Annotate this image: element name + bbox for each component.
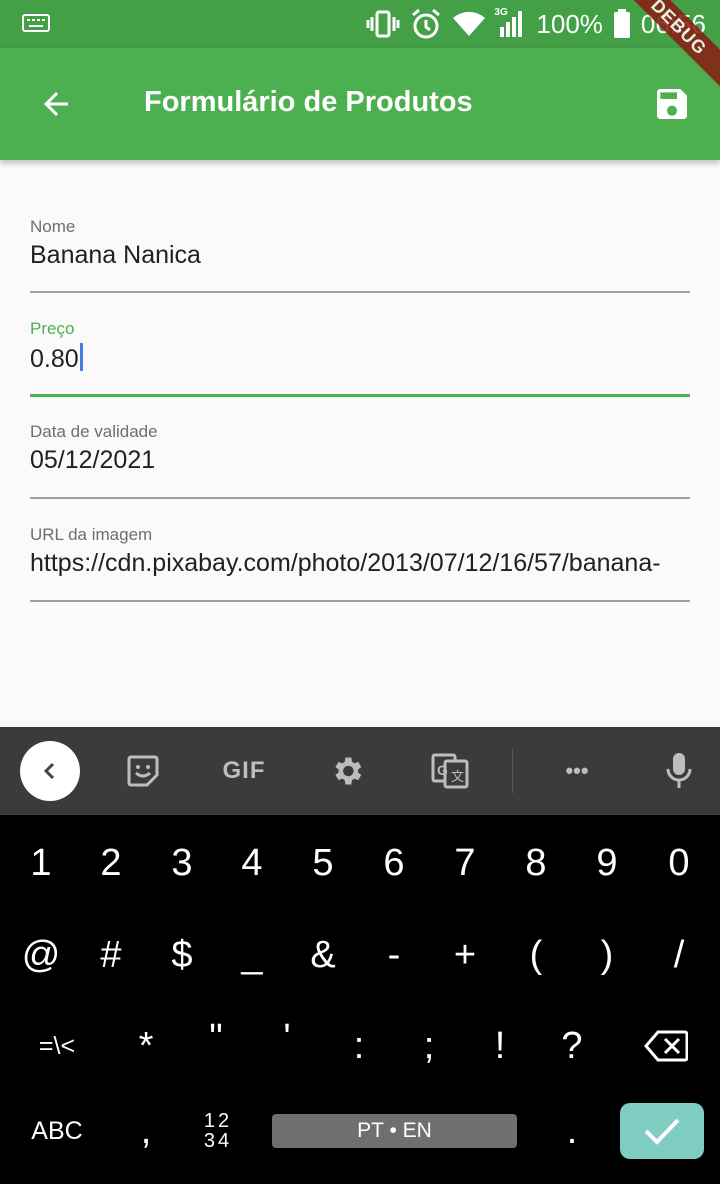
key-6[interactable]: 6 [364, 840, 424, 886]
key-semicolon[interactable]: ; [399, 1023, 459, 1069]
key-minus[interactable]: - [364, 932, 424, 978]
price-underline [30, 394, 690, 397]
key-number-pad[interactable]: 12 34 [196, 1111, 240, 1155]
key-slash[interactable]: / [649, 932, 709, 978]
key-abc[interactable]: ABC [22, 1108, 92, 1154]
translate-button[interactable]: G文 [420, 741, 480, 801]
key-9[interactable]: 9 [577, 840, 637, 886]
name-input[interactable]: Banana Nanica [30, 241, 690, 270]
expiry-date-underline [30, 497, 690, 499]
key-period[interactable]: . [542, 1108, 602, 1154]
key-at[interactable]: @ [11, 932, 71, 978]
key-single-quote[interactable]: ' [257, 1015, 317, 1061]
gear-icon [335, 757, 362, 785]
key-2[interactable]: 2 [81, 840, 141, 886]
keyboard-icon [22, 14, 50, 37]
svg-text:文: 文 [451, 769, 464, 784]
save-button[interactable] [644, 76, 700, 132]
key-double-quote[interactable]: " [186, 1015, 246, 1061]
key-4[interactable]: 4 [222, 840, 282, 886]
sticker-button[interactable] [113, 741, 173, 801]
more-options-button[interactable]: ••• [547, 741, 607, 801]
expiry-date-input[interactable]: 05/12/2021 [30, 446, 690, 475]
number-pad-top: 12 [203, 1110, 233, 1132]
keyboard-toolbar: GIF G文 ••• [0, 727, 720, 815]
price-value: 0.80 [30, 345, 79, 373]
vibrate-icon [366, 9, 400, 39]
key-asterisk[interactable]: * [116, 1023, 176, 1069]
wifi-icon [452, 10, 486, 38]
save-icon [657, 89, 687, 119]
signal-icon: 3G [494, 7, 526, 39]
voice-input-button[interactable] [649, 741, 709, 801]
settings-button[interactable] [317, 741, 377, 801]
battery-icon [613, 9, 631, 39]
svg-text:G: G [437, 762, 448, 778]
backspace-key[interactable] [636, 1023, 696, 1069]
key-more-symbols[interactable]: =\< [22, 1023, 92, 1069]
key-close-paren[interactable]: ) [577, 932, 637, 978]
translate-icon: G文 [431, 753, 469, 789]
key-ampersand[interactable]: & [293, 932, 353, 978]
number-pad-bottom: 34 [203, 1130, 233, 1152]
key-dollar[interactable]: $ [152, 932, 212, 978]
page-title: Formulário de Produtos [144, 86, 473, 118]
key-comma[interactable]: , [116, 1108, 176, 1154]
key-plus[interactable]: + [435, 932, 495, 978]
key-exclamation[interactable]: ! [470, 1023, 530, 1069]
backspace-icon [644, 1030, 688, 1062]
price-field[interactable]: Preço 0.80 [30, 319, 690, 399]
app-bar: Formulário de Produtos [0, 48, 720, 160]
price-label: Preço [30, 319, 75, 338]
microphone-icon [666, 753, 692, 788]
image-url-label: URL da imagem [30, 525, 153, 544]
image-url-field[interactable]: URL da imagem https://cdn.pixabay.com/ph… [30, 525, 690, 605]
keyboard-collapse-button[interactable] [20, 741, 80, 801]
battery-percent: 100% [536, 8, 603, 39]
key-7[interactable]: 7 [435, 840, 495, 886]
key-1[interactable]: 1 [11, 840, 71, 886]
key-open-paren[interactable]: ( [506, 932, 566, 978]
key-0[interactable]: 0 [649, 840, 709, 886]
text-cursor [79, 343, 83, 371]
sticker-icon [127, 755, 159, 787]
arrow-back-icon [44, 92, 68, 116]
key-underscore[interactable]: _ [222, 932, 282, 978]
price-input[interactable]: 0.80 [30, 343, 690, 374]
chevron-left-icon [43, 762, 55, 780]
key-3[interactable]: 3 [152, 840, 212, 886]
name-field[interactable]: Nome Banana Nanica [30, 217, 690, 297]
network-type: 3G [494, 7, 508, 18]
toolbar-divider [512, 749, 513, 793]
expiry-date-field[interactable]: Data de validade 05/12/2021 [30, 422, 690, 502]
name-underline [30, 291, 690, 293]
checkmark-icon [644, 1118, 680, 1145]
name-label: Nome [30, 217, 76, 236]
keyboard: 1 2 3 4 5 6 7 8 9 0 @ # $ _ & - + ( ) / … [0, 815, 720, 1184]
back-button[interactable] [26, 76, 86, 132]
key-colon[interactable]: : [329, 1023, 389, 1069]
key-hash[interactable]: # [81, 932, 141, 978]
enter-key[interactable] [620, 1103, 704, 1159]
expiry-date-label: Data de validade [30, 422, 158, 441]
clock: 06:56 [640, 8, 706, 39]
key-5[interactable]: 5 [293, 840, 353, 886]
key-question[interactable]: ? [542, 1023, 602, 1069]
space-key[interactable]: PT • EN [272, 1114, 517, 1148]
gif-button[interactable]: GIF [214, 741, 274, 801]
alarm-icon [410, 8, 442, 40]
image-url-input[interactable]: https://cdn.pixabay.com/photo/2013/07/12… [30, 549, 690, 578]
key-8[interactable]: 8 [506, 840, 566, 886]
status-bar: 3G 100% 06:56 [0, 0, 720, 48]
image-url-underline [30, 600, 690, 602]
